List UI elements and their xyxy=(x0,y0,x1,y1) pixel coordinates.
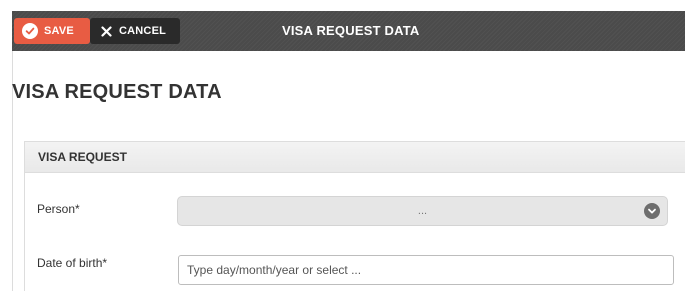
date-of-birth-label: Date of birth* xyxy=(37,256,108,270)
toolbar-title: VISA REQUEST DATA xyxy=(282,23,420,38)
close-icon xyxy=(100,25,112,37)
page: SAVE CANCEL VISA REQUEST DATA VISA REQUE… xyxy=(0,0,685,291)
person-select[interactable]: ... xyxy=(177,196,668,226)
section-title: VISA REQUEST xyxy=(38,150,127,164)
check-circle-icon xyxy=(22,23,38,39)
person-select-value: ... xyxy=(417,205,428,217)
person-label: Person* xyxy=(37,202,80,216)
save-button[interactable]: SAVE xyxy=(14,18,90,44)
cancel-button-label: CANCEL xyxy=(119,25,167,37)
cancel-button[interactable]: CANCEL xyxy=(90,18,180,44)
toolbar: SAVE CANCEL VISA REQUEST DATA xyxy=(12,11,685,51)
page-title: VISA REQUEST DATA xyxy=(12,81,222,103)
save-button-label: SAVE xyxy=(44,25,74,37)
chevron-down-icon[interactable] xyxy=(644,203,660,219)
date-of-birth-field[interactable] xyxy=(178,255,674,285)
section-header: VISA REQUEST xyxy=(25,142,685,173)
